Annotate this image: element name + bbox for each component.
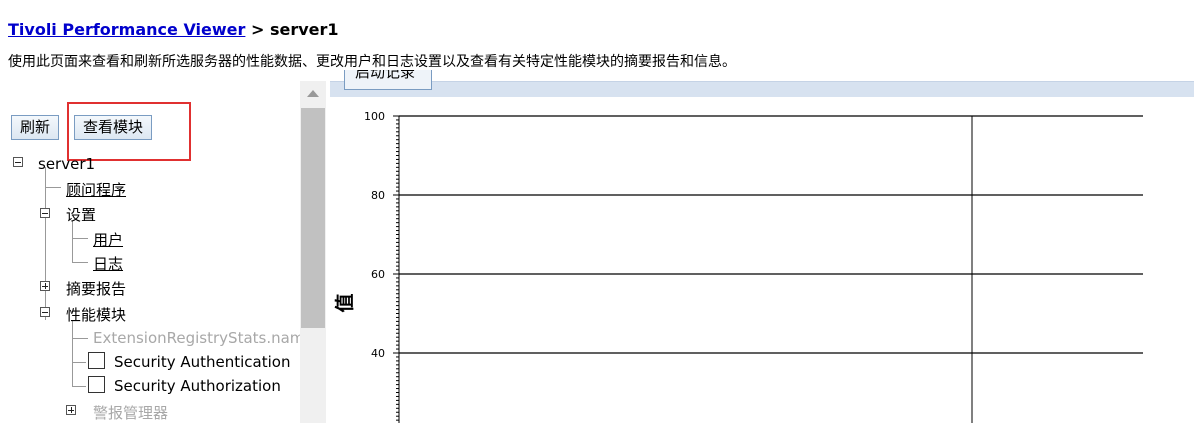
scrollbar-thumb[interactable]: [301, 108, 325, 328]
collapse-icon[interactable]: [13, 157, 23, 167]
tree-item-performance-modules[interactable]: 性能模块: [66, 304, 126, 325]
y-tick-label-60: 60: [371, 268, 385, 281]
tree-item-advisor[interactable]: 顾问程序: [66, 179, 126, 200]
tree-item-alarm-manager: 警报管理器: [93, 404, 169, 422]
tree-item-summary-reports[interactable]: 摘要报告: [66, 278, 126, 299]
tree-connector: [72, 238, 88, 239]
expand-icon[interactable]: [66, 405, 76, 415]
navigation-tree: server1 顾问程序 设置 用户 日志 摘要报告 性能模块 Extensio…: [0, 0, 314, 423]
collapse-icon[interactable]: [40, 307, 50, 317]
scroll-up-arrow-icon[interactable]: [300, 81, 326, 107]
y-axis-title: 值: [333, 293, 356, 312]
tree-item-user[interactable]: 用户: [93, 229, 123, 250]
expand-icon[interactable]: [40, 281, 50, 291]
tree-connector: [72, 262, 88, 263]
collapse-icon[interactable]: [40, 208, 50, 218]
y-tick-label-80: 80: [371, 189, 385, 202]
y-tick-label-40: 40: [371, 347, 385, 360]
tree-item-server1[interactable]: server1: [38, 155, 95, 173]
security-authorization-checkbox[interactable]: [88, 376, 105, 393]
tree-item-security-authorization: Security Authorization: [114, 377, 281, 395]
start-logging-label: 启动记录: [355, 70, 416, 81]
performance-chart: 100 80 60 40 值: [333, 110, 1143, 423]
y-tick-label-100: 100: [364, 110, 385, 123]
tree-connector: [45, 187, 61, 188]
security-authentication-checkbox[interactable]: [88, 352, 105, 369]
tree-item-extension-registry-stats: ExtensionRegistryStats.name: [93, 329, 314, 347]
tree-connector: [72, 362, 86, 363]
tree-connector: [72, 386, 86, 387]
tree-connector: [72, 321, 73, 387]
tree-connector: [45, 187, 46, 320]
tree-item-log[interactable]: 日志: [93, 253, 123, 274]
tree-connector: [72, 338, 88, 339]
chart-toolbar: [330, 81, 1194, 97]
start-logging-button[interactable]: 启动记录: [344, 70, 432, 90]
tree-item-settings[interactable]: 设置: [66, 204, 96, 225]
tree-connector: [72, 221, 73, 263]
tree-item-security-authentication: Security Authentication: [114, 353, 291, 371]
